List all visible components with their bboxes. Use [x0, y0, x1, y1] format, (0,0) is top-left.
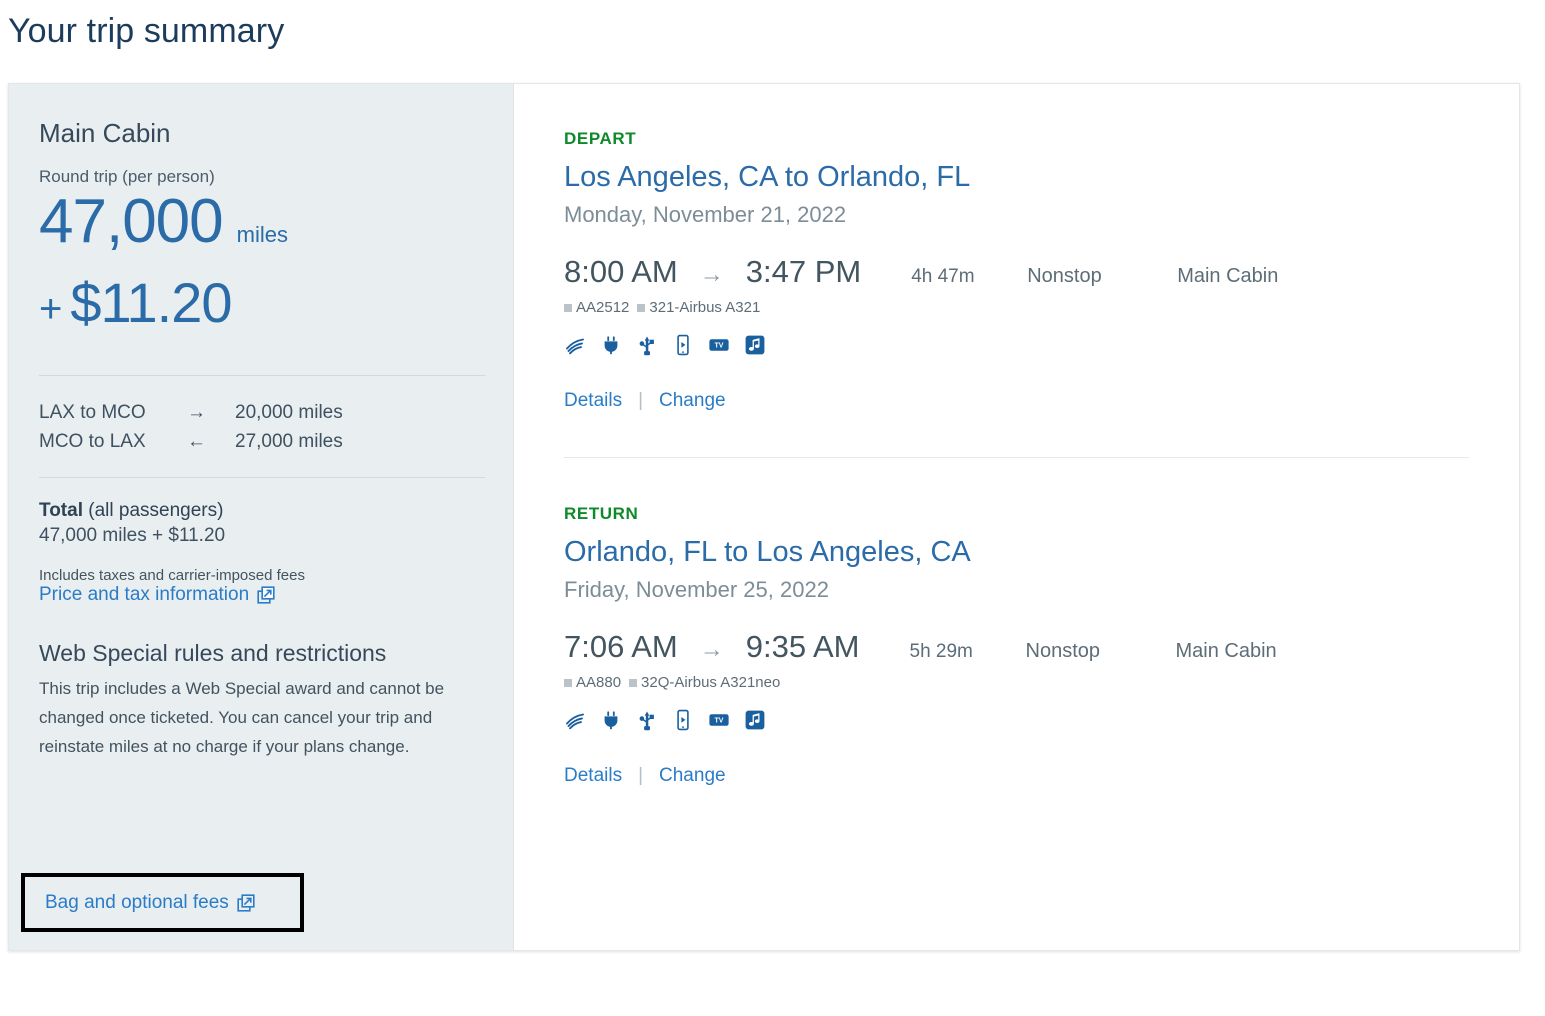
- web-special-rules-text: This trip includes a Web Special award a…: [39, 679, 445, 757]
- leg-outbound-route: LAX to MCO: [39, 402, 146, 423]
- depart-time: 7:06 AM: [564, 629, 678, 664]
- plus-sign: +: [39, 287, 63, 331]
- leg-return-miles: 27,000 miles: [235, 431, 343, 452]
- page-title: Your trip summary: [8, 12, 285, 50]
- arrow-right-icon: →: [187, 402, 206, 423]
- arrive-time: 9:35 AM: [745, 629, 860, 664]
- segment-label-return: RETURN: [564, 504, 639, 523]
- flight-stops: Nonstop: [1025, 640, 1101, 662]
- segment-label-depart: DEPART: [564, 129, 637, 148]
- arrow-right-icon: →: [699, 636, 724, 663]
- wifi-icon: [564, 709, 586, 731]
- power-outlet-icon: [600, 334, 622, 356]
- flight-number-item: AA2512: [564, 299, 629, 316]
- miles-price-row: 47,000 miles: [39, 191, 485, 253]
- aircraft-item: 32Q-Airbus A321neo: [629, 674, 780, 691]
- flight-number: AA880: [576, 674, 622, 691]
- miles-amount: 47,000: [39, 187, 224, 256]
- round-trip-label: Round trip (per person): [39, 167, 215, 186]
- divider-top: [39, 375, 485, 376]
- segment-times-depart: 8:00 AM → 3:47 PM 4h 47m Nonstop Main Ca…: [564, 254, 1469, 290]
- amenities-depart: TV: [564, 334, 1469, 356]
- leg-outbound: LAX to MCO → 20,000 miles: [39, 402, 485, 424]
- amenities-return: TV: [564, 709, 1469, 731]
- price-and-tax-information-link[interactable]: Price and tax information: [39, 584, 275, 606]
- segment-date-depart: Monday, November 21, 2022: [564, 202, 847, 227]
- square-bullet-icon: [564, 303, 572, 312]
- flight-stops: Nonstop: [1027, 265, 1102, 287]
- leg-outbound-miles: 20,000 miles: [235, 402, 343, 423]
- power-outlet-icon: [600, 709, 622, 731]
- depart-time: 8:00 AM: [564, 254, 678, 289]
- trip-summary-page: Your trip summary Main Cabin Round trip …: [0, 0, 1545, 1016]
- usb-icon: [636, 334, 658, 356]
- usb-icon: [636, 709, 658, 731]
- arrow-right-icon: →: [699, 261, 724, 288]
- aircraft-item: 321-Airbus A321: [637, 299, 760, 316]
- flight-segment-return: RETURN Orlando, FL to Los Angeles, CA Fr…: [564, 504, 1469, 787]
- miles-unit-label: miles: [236, 222, 288, 247]
- arrow-left-icon: ←: [187, 431, 206, 452]
- square-bullet-icon: [629, 678, 638, 687]
- flight-meta-depart: AA2512 321-Airbus A321: [564, 299, 1469, 316]
- details-link-depart[interactable]: Details: [564, 390, 622, 412]
- total-label-bold: Total: [39, 500, 83, 521]
- cash-price-row: + $11.20: [39, 275, 485, 331]
- mobile-device-icon: [672, 709, 694, 731]
- aircraft-type: 321-Airbus A321: [649, 299, 761, 316]
- music-icon: [744, 709, 766, 731]
- bag-and-optional-fees-highlight: Bag and optional fees: [21, 873, 304, 932]
- cash-amount: $11.20: [70, 271, 232, 334]
- flight-cabin: Main Cabin: [1175, 640, 1277, 662]
- aircraft-type: 32Q-Airbus A321neo: [641, 674, 781, 691]
- price-summary-pane: Main Cabin Round trip (per person) 47,00…: [9, 84, 514, 950]
- music-icon: [744, 334, 766, 356]
- total-amount: 47,000 miles + $11.20: [39, 525, 226, 546]
- flight-segment-depart: DEPART Los Angeles, CA to Orlando, FL Mo…: [564, 129, 1469, 412]
- square-bullet-icon: [637, 303, 646, 312]
- segment-times-return: 7:06 AM → 9:35 AM 5h 29m Nonstop Main Ca…: [564, 629, 1469, 665]
- divider-bottom: [39, 477, 485, 478]
- segment-route-depart: Los Angeles, CA to Orlando, FL: [564, 161, 971, 193]
- total-label: Total (all passengers): [39, 500, 485, 522]
- arrive-time: 3:47 PM: [745, 254, 862, 289]
- segment-links-depart: Details | Change: [564, 390, 1469, 412]
- link-separator: |: [638, 390, 644, 411]
- link-separator: |: [638, 765, 644, 786]
- flight-meta-return: AA880 32Q-Airbus A321neo: [564, 674, 1469, 691]
- details-link-return[interactable]: Details: [564, 765, 622, 787]
- segment-route-return: Orlando, FL to Los Angeles, CA: [564, 536, 971, 568]
- web-special-rules-title: Web Special rules and restrictions: [39, 640, 387, 666]
- change-link-return[interactable]: Change: [659, 765, 726, 787]
- svg-text:TV: TV: [715, 718, 724, 725]
- square-bullet-icon: [564, 678, 572, 687]
- trip-summary-card: Main Cabin Round trip (per person) 47,00…: [8, 83, 1520, 951]
- segment-divider: [564, 457, 1469, 458]
- tv-icon: TV: [708, 334, 730, 356]
- mobile-device-icon: [672, 334, 694, 356]
- segment-date-return: Friday, November 25, 2022: [564, 577, 829, 602]
- flight-number-item: AA880: [564, 674, 621, 691]
- flight-duration: 4h 47m: [911, 266, 975, 287]
- flight-number: AA2512: [576, 299, 630, 316]
- price-and-tax-information-label: Price and tax information: [39, 584, 250, 605]
- flight-duration: 5h 29m: [909, 641, 973, 662]
- change-link-depart[interactable]: Change: [659, 390, 726, 412]
- flight-itinerary-pane: DEPART Los Angeles, CA to Orlando, FL Mo…: [514, 84, 1519, 950]
- external-link-icon: [237, 893, 255, 912]
- external-link-icon: [257, 586, 275, 604]
- wifi-icon: [564, 334, 586, 356]
- cabin-name: Main Cabin: [39, 118, 171, 148]
- segment-links-return: Details | Change: [564, 765, 1469, 787]
- includes-fees-note: Includes taxes and carrier-imposed fees: [39, 567, 305, 584]
- leg-return: MCO to LAX ← 27,000 miles: [39, 431, 485, 453]
- tv-icon: TV: [708, 709, 730, 731]
- leg-return-route: MCO to LAX: [39, 431, 146, 452]
- total-label-rest: (all passengers): [82, 500, 224, 521]
- bag-and-optional-fees-label: Bag and optional fees: [45, 891, 229, 913]
- svg-text:TV: TV: [715, 343, 724, 350]
- bag-and-optional-fees-link[interactable]: Bag and optional fees: [45, 892, 255, 914]
- flight-cabin: Main Cabin: [1177, 265, 1279, 287]
